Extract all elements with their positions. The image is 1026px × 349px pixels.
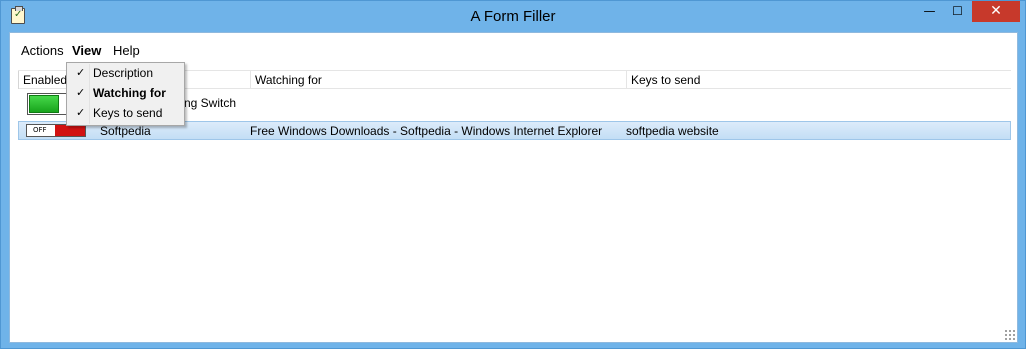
menu-help[interactable]: Help xyxy=(113,43,140,58)
view-menu-item-label: Keys to send xyxy=(93,106,163,120)
window-title: A Form Filler xyxy=(470,8,556,25)
check-icon: ✓ xyxy=(76,66,86,79)
view-menu-item-label: Watching for xyxy=(93,86,166,100)
view-menu-item-watching-for[interactable]: ✓ Watching for xyxy=(67,83,184,103)
resize-grip-icon[interactable] xyxy=(1004,329,1015,340)
view-menu-dropdown: ✓ Description ✓ Watching for ✓ Keys to s… xyxy=(66,62,185,126)
view-menu-item-description[interactable]: ✓ Description xyxy=(67,63,184,83)
maximize-button[interactable]: ☐ xyxy=(944,4,971,25)
app-window: A Form Filler — ☐ ✕ Actions View Help En… xyxy=(0,0,1026,349)
toggle-off-label: OFF xyxy=(33,126,47,134)
row-watching-for: Free Windows Downloads - Softpedia - Win… xyxy=(250,124,603,138)
toggle-fill xyxy=(29,95,59,113)
column-header-watching-for[interactable]: Watching for xyxy=(251,71,627,89)
toggle-fill xyxy=(55,125,85,136)
row-description: ng Switch xyxy=(184,96,237,110)
view-menu-item-label: Description xyxy=(93,66,154,80)
row-keys-to-send: softpedia website xyxy=(626,124,719,138)
menu-actions[interactable]: Actions xyxy=(21,43,64,58)
client-area: Actions View Help Enabled Watching for K… xyxy=(9,32,1018,343)
menu-view[interactable]: View xyxy=(72,43,101,58)
row-description: Softpedia xyxy=(100,124,151,138)
minimize-button[interactable]: — xyxy=(916,4,943,25)
check-icon: ✓ xyxy=(76,86,86,99)
view-menu-item-keys-to-send[interactable]: ✓ Keys to send xyxy=(67,103,184,123)
column-header-keys-to-send[interactable]: Keys to send xyxy=(627,71,1011,89)
check-icon: ✓ xyxy=(76,106,86,119)
close-button[interactable]: ✕ xyxy=(972,1,1020,22)
column-header-enabled[interactable]: Enabled xyxy=(18,71,68,89)
title-bar[interactable]: A Form Filler — ☐ ✕ xyxy=(1,1,1025,32)
